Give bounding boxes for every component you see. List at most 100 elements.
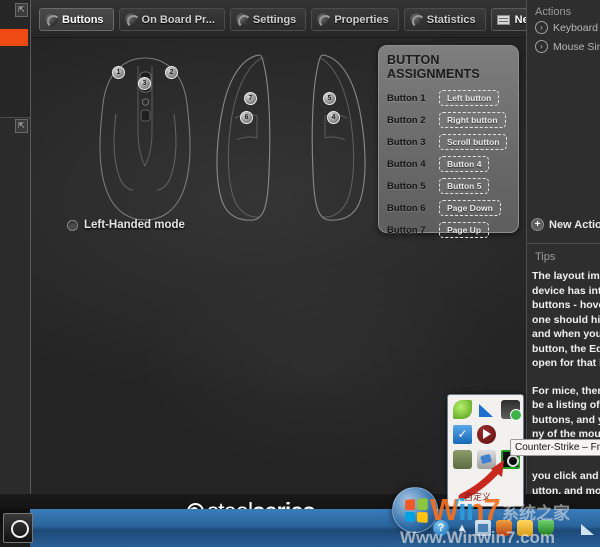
tab-label: Settings [253, 14, 296, 26]
help-icon[interactable] [433, 520, 449, 536]
actions-panel: Actions › Keyboard S › Mouse Sin + New A… [527, 0, 600, 240]
tips-line: The layout imag [532, 270, 600, 282]
mouse-marker-6[interactable]: 6 [240, 111, 253, 124]
pin-button-top[interactable]: ⇱ [15, 3, 28, 17]
arrow-up-icon[interactable]: ▲ [454, 520, 470, 536]
tab-icon [236, 13, 249, 26]
tab-label: Statistics [427, 14, 476, 26]
action-label: Keyboard S [553, 22, 600, 34]
mouse-marker-5[interactable]: 5 [323, 92, 336, 105]
tips-text: The layout imag device has inter buttons… [527, 263, 600, 494]
tips-line: button, the Edit [532, 343, 600, 355]
tips-line: buttons - hover [532, 299, 600, 311]
assignment-value[interactable]: Left button [439, 90, 499, 106]
assignment-row: Button 5 Button 5 [387, 175, 512, 197]
taskbar-tray: ▲ [433, 520, 596, 536]
tips-title: Tips [527, 245, 600, 263]
assignment-row: Button 2 Right button [387, 109, 512, 131]
assignment-button-label: Button 5 [387, 181, 439, 192]
left-handed-label: Left-Handed mode [84, 219, 185, 231]
tab-label: Buttons [62, 14, 104, 26]
rail-accent-bar [0, 29, 28, 46]
shield-yellow-icon[interactable] [517, 520, 533, 536]
tab-icon [410, 13, 423, 26]
right-sidebar: Actions › Keyboard S › Mouse Sin + New A… [526, 0, 600, 494]
assignment-value[interactable]: Button 5 [439, 178, 489, 194]
tab-icon [125, 13, 138, 26]
tips-line: open for that b [532, 357, 600, 369]
media-player-icon[interactable] [477, 425, 496, 444]
screen-root: ⇱ ⇱ Buttons On Board Pr... Settings Prop… [0, 0, 600, 547]
assignment-value[interactable]: Page Down [439, 200, 501, 216]
chevron-right-icon: › [535, 21, 548, 34]
tips-line: you click and [532, 470, 599, 482]
chevron-right-icon: › [535, 40, 548, 53]
user-account-icon[interactable] [453, 450, 472, 469]
pin-button-bottom[interactable]: ⇱ [15, 119, 28, 133]
mouse-marker-3[interactable]: 3 [138, 77, 151, 90]
shield-green-icon[interactable] [538, 520, 554, 536]
tab-icon [317, 13, 330, 26]
window-icon[interactable] [475, 520, 491, 536]
sidebar-divider [527, 243, 600, 244]
tips-line: one should high [532, 314, 600, 326]
assignment-row: Button 6 Page Down [387, 197, 512, 219]
button-assignments-panel: BUTTON ASSIGNMENTS Button 1 Left button … [378, 45, 519, 233]
volume-icon[interactable] [580, 520, 596, 536]
left-handed-mode-option[interactable]: Left-Handed mode [67, 219, 185, 231]
mouse-marker-4[interactable]: 4 [327, 111, 340, 124]
nvidia-icon[interactable] [453, 400, 472, 419]
firefox-icon[interactable] [496, 520, 512, 536]
tab-on-board-profiles[interactable]: On Board Pr... [119, 8, 225, 31]
windows-logo-icon [405, 498, 428, 523]
assignment-button-label: Button 7 [387, 225, 439, 236]
action-item-keyboard[interactable]: › Keyboard S [527, 18, 600, 37]
assignment-row: Button 4 Button 4 [387, 153, 512, 175]
mouse-marker-7[interactable]: 7 [244, 92, 257, 105]
tips-paragraph-3: you click and utton, and mo nother, you … [532, 469, 600, 494]
assignment-value[interactable]: Right button [439, 112, 506, 128]
rail-segment-top [0, 0, 30, 118]
shield-check-icon[interactable] [453, 425, 472, 444]
actions-title: Actions [527, 0, 600, 18]
radio-icon[interactable] [67, 220, 78, 231]
start-orb[interactable] [392, 487, 438, 533]
signal-icon[interactable] [477, 400, 496, 419]
assignment-button-label: Button 1 [387, 93, 439, 104]
tab-label: On Board Pr... [142, 14, 215, 26]
mouse-side-view-left: 7 6 [213, 52, 283, 229]
tab-settings[interactable]: Settings [230, 8, 306, 31]
assignment-value[interactable]: Scroll button [439, 134, 507, 150]
tab-statistics[interactable]: Statistics [404, 8, 486, 31]
tips-line: and when you p [532, 328, 600, 340]
taskbar-pinned-steelseries[interactable] [3, 513, 33, 543]
assignment-value[interactable]: Page Up [439, 222, 489, 238]
network-icon[interactable] [559, 520, 575, 536]
sync-icon[interactable] [477, 450, 496, 469]
new-action-label: New Actio [549, 219, 600, 231]
tips-panel: Tips The layout imag device has inter bu… [527, 245, 600, 494]
tab-properties[interactable]: Properties [311, 8, 398, 31]
mouse-side-view-right: 5 4 [299, 52, 369, 229]
driver-update-icon[interactable] [501, 400, 520, 419]
mouse-top-view: 1 3 2 [86, 54, 204, 229]
customize-link[interactable]: 自定义... [464, 490, 499, 503]
action-item-mouse[interactable]: › Mouse Sin [527, 37, 600, 56]
assignment-value[interactable]: Button 4 [439, 156, 489, 172]
tab-icon [45, 13, 58, 26]
action-label: Mouse Sin [553, 41, 600, 53]
system-tray-overflow-popup: Counter-Strike – Fna 自定义... [447, 394, 524, 507]
assignment-button-label: Button 2 [387, 115, 439, 126]
tab-buttons[interactable]: Buttons [39, 8, 114, 31]
tab-bar: Buttons On Board Pr... Settings Properti… [31, 0, 527, 38]
new-action-button[interactable]: + New Actio [531, 218, 600, 231]
tips-line: buttons, and yo [532, 414, 600, 426]
tips-paragraph-1: The layout imag device has inter buttons… [532, 269, 600, 371]
tips-line: For mice, there [532, 385, 600, 397]
mouse-marker-1[interactable]: 1 [112, 66, 125, 79]
assignment-button-label: Button 3 [387, 137, 439, 148]
assignment-button-label: Button 4 [387, 159, 439, 170]
assignment-button-label: Button 6 [387, 203, 439, 214]
assignment-row: Button 1 Left button [387, 87, 512, 109]
mouse-marker-2[interactable]: 2 [165, 66, 178, 79]
